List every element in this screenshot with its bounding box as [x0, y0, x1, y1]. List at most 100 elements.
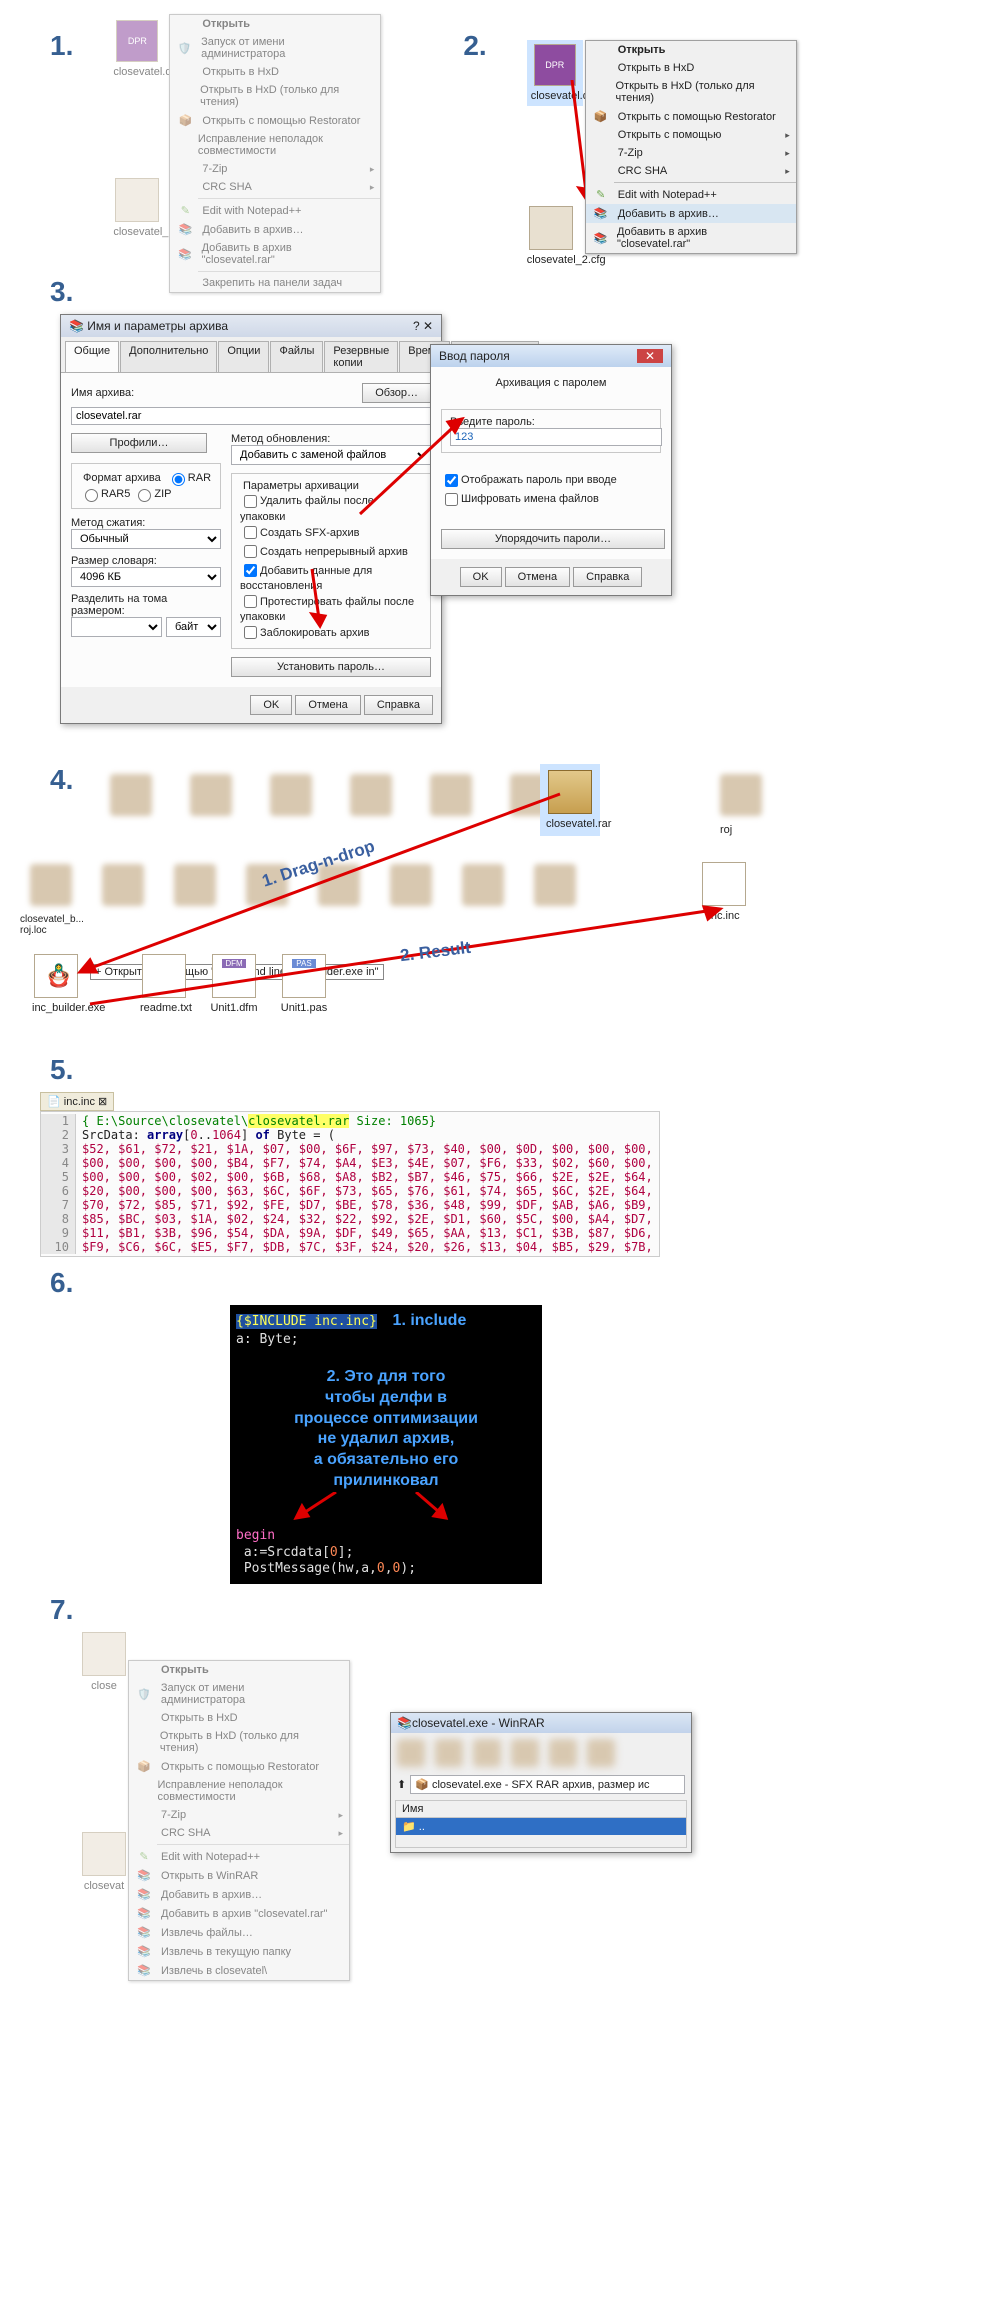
pass-help[interactable]: Справка: [573, 567, 642, 587]
tab-advanced[interactable]: Дополнительно: [120, 341, 217, 372]
file-closevatel-dpr-2[interactable]: DPR closevatel.dpr: [527, 40, 583, 106]
radio-rar5[interactable]: RAR5: [80, 488, 130, 500]
m7-extract[interactable]: 📚Извлечь файлы…: [129, 1923, 349, 1942]
m7-compat[interactable]: Исправление неполадок совместимости: [129, 1776, 349, 1806]
context-menu-7: Открыть 🛡️Запуск от имени администратора…: [128, 1660, 350, 1981]
m7-open[interactable]: Открыть: [129, 1661, 349, 1679]
file-inc-inc[interactable]: inc.inc: [700, 862, 748, 922]
menu-crc[interactable]: CRC SHA▸: [170, 178, 380, 196]
drag-ghost-icon: [50, 932, 80, 962]
tab-general[interactable]: Общие: [65, 341, 119, 372]
file-unit1-dfm[interactable]: DFMUnit1.dfm: [210, 954, 258, 1014]
chk-enc-names[interactable]: Шифровать имена файлов: [441, 493, 599, 505]
menu2-crc[interactable]: CRC SHA▸: [586, 162, 796, 180]
enter-pass-label: Введите пароль:: [450, 416, 652, 428]
close-icon[interactable]: ✕: [637, 349, 663, 363]
menu-addrar[interactable]: 📚Добавить в архив "closevatel.rar": [170, 239, 380, 269]
menu-7zip[interactable]: 7-Zip▸: [170, 160, 380, 178]
split-size[interactable]: [71, 617, 162, 637]
menu-addarchive[interactable]: 📚Добавить в архив…: [170, 220, 380, 239]
help-icon[interactable]: ? ✕: [413, 319, 433, 333]
tab-files[interactable]: Файлы: [270, 341, 323, 372]
menu2-npp[interactable]: ✎Edit with Notepad++: [586, 185, 796, 204]
menu2-hxdro[interactable]: Открыть в HxD (только для чтения): [586, 77, 796, 107]
menu2-addrar[interactable]: 📚Добавить в архив "closevatel.rar": [586, 223, 796, 253]
m7-runas[interactable]: 🛡️Запуск от имени администратора: [129, 1679, 349, 1709]
step-7-label: 7.: [50, 1594, 963, 1626]
update-label: Метод обновления:: [231, 433, 431, 445]
file-close-7[interactable]: close: [80, 1632, 128, 1692]
arch-help[interactable]: Справка: [364, 695, 433, 715]
file-closevatel2cfg[interactable]: closevatel_2.cfg: [527, 206, 575, 266]
menu2-7zip[interactable]: 7-Zip▸: [586, 144, 796, 162]
step-5-label: 5.: [50, 1054, 963, 1086]
m7-addrar[interactable]: 📚Добавить в архив "closevatel.rar": [129, 1904, 349, 1923]
m7-npp[interactable]: ✎Edit with Notepad++: [129, 1847, 349, 1866]
format-legend: Формат архива: [80, 472, 164, 484]
browse-button[interactable]: Обзор…: [362, 383, 431, 403]
file-closevatel-2[interactable]: closevatel_: [113, 178, 161, 238]
m7-restor[interactable]: 📦Открыть с помощью Restorator: [129, 1757, 349, 1776]
step-6-label: 6.: [50, 1267, 963, 1299]
pass-ok[interactable]: OK: [460, 567, 502, 587]
arch-cancel[interactable]: Отмена: [295, 695, 360, 715]
arch-ok[interactable]: OK: [250, 695, 292, 715]
chk-show-pass[interactable]: Отображать пароль при вводе: [441, 474, 617, 486]
m7-addarch[interactable]: 📚Добавить в архив…: [129, 1885, 349, 1904]
menu-npp[interactable]: ✎Edit with Notepad++: [170, 201, 380, 220]
password-input[interactable]: [450, 428, 662, 446]
file-unit1-pas[interactable]: PASUnit1.pas: [280, 954, 328, 1014]
drag-label-2: 2. Result: [399, 938, 472, 966]
tab-backup[interactable]: Резервные копии: [324, 341, 398, 372]
profiles-button[interactable]: Профили…: [71, 433, 207, 453]
menu-runas[interactable]: 🛡️Запуск от имени администратора: [170, 33, 380, 63]
roj-label: roj: [720, 824, 732, 836]
menu-pin[interactable]: Закрепить на панели задач: [170, 274, 380, 292]
file-closevatel-dpr[interactable]: DPR closevatel.dpr: [113, 20, 161, 78]
update-select[interactable]: Добавить с заменой файлов: [231, 445, 431, 465]
file-inc-builder[interactable]: 🪆 inc_builder.exe: [32, 954, 80, 1014]
code-tab[interactable]: 📄 inc.inc ⊠: [40, 1092, 114, 1111]
file-readme[interactable]: readme.txt: [140, 954, 188, 1014]
col-name[interactable]: Имя: [396, 1801, 686, 1818]
chk-solid[interactable]: Создать непрерывный архив: [240, 546, 408, 558]
menu-hxd-ro[interactable]: Открыть в HxD (только для чтения): [170, 81, 380, 111]
radio-rar[interactable]: RAR: [167, 472, 211, 484]
menu-compat[interactable]: Исправление неполадок совместимости: [170, 130, 380, 160]
archive-name-input[interactable]: [71, 407, 441, 425]
radio-zip[interactable]: ZIP: [133, 488, 171, 500]
step-4-label: 4.: [50, 764, 73, 796]
pass-cancel[interactable]: Отмена: [505, 567, 570, 587]
menu2-openwith[interactable]: Открыть с помощью▸: [586, 126, 796, 144]
organize-pass-button[interactable]: Упорядочить пароли…: [441, 529, 665, 549]
chk-delete[interactable]: Удалить файлы после упаковки: [240, 495, 374, 523]
archive-name-label: Имя архива:: [71, 387, 134, 399]
split-unit[interactable]: байт: [166, 617, 221, 637]
menu2-restor[interactable]: 📦Открыть с помощью Restorator: [586, 107, 796, 126]
compression-select[interactable]: Обычный: [71, 529, 221, 549]
m7-extracthere[interactable]: 📚Извлечь в текущую папку: [129, 1942, 349, 1961]
up-icon[interactable]: ⬆: [397, 1778, 406, 1791]
chk-lock[interactable]: Заблокировать архив: [240, 627, 369, 639]
file-closevatel-rar[interactable]: closevatel.rar: [540, 764, 600, 836]
m7-winrar[interactable]: 📚Открыть в WinRAR: [129, 1866, 349, 1885]
menu2-open[interactable]: Открыть: [586, 41, 796, 59]
m7-7zip[interactable]: 7-Zip▸: [129, 1806, 349, 1824]
chk-sfx[interactable]: Создать SFX-архив: [240, 527, 360, 539]
set-password-button[interactable]: Установить пароль…: [231, 657, 431, 677]
menu2-hxd[interactable]: Открыть в HxD: [586, 59, 796, 77]
m7-extractto[interactable]: 📚Извлечь в closevatel\: [129, 1961, 349, 1980]
row-up[interactable]: 📁 ..: [396, 1818, 686, 1835]
menu-open[interactable]: Открыть: [170, 15, 380, 33]
menu2-addarchive[interactable]: 📚Добавить в архив…: [586, 204, 796, 223]
m7-crc[interactable]: CRC SHA▸: [129, 1824, 349, 1842]
chk-test[interactable]: Протестировать файлы после упаковки: [240, 596, 414, 624]
menu-restorator[interactable]: 📦Открыть с помощью Restorator: [170, 111, 380, 130]
chk-recovery[interactable]: Добавить данные для восстановления: [240, 565, 372, 593]
tab-options[interactable]: Опции: [218, 341, 269, 372]
file-closevat-7[interactable]: closevat: [80, 1832, 128, 1892]
menu-hxd[interactable]: Открыть в HxD: [170, 63, 380, 81]
m7-hxd[interactable]: Открыть в HxD: [129, 1709, 349, 1727]
m7-hxdro[interactable]: Открыть в HxD (только для чтения): [129, 1727, 349, 1757]
dict-select[interactable]: 4096 КБ: [71, 567, 221, 587]
